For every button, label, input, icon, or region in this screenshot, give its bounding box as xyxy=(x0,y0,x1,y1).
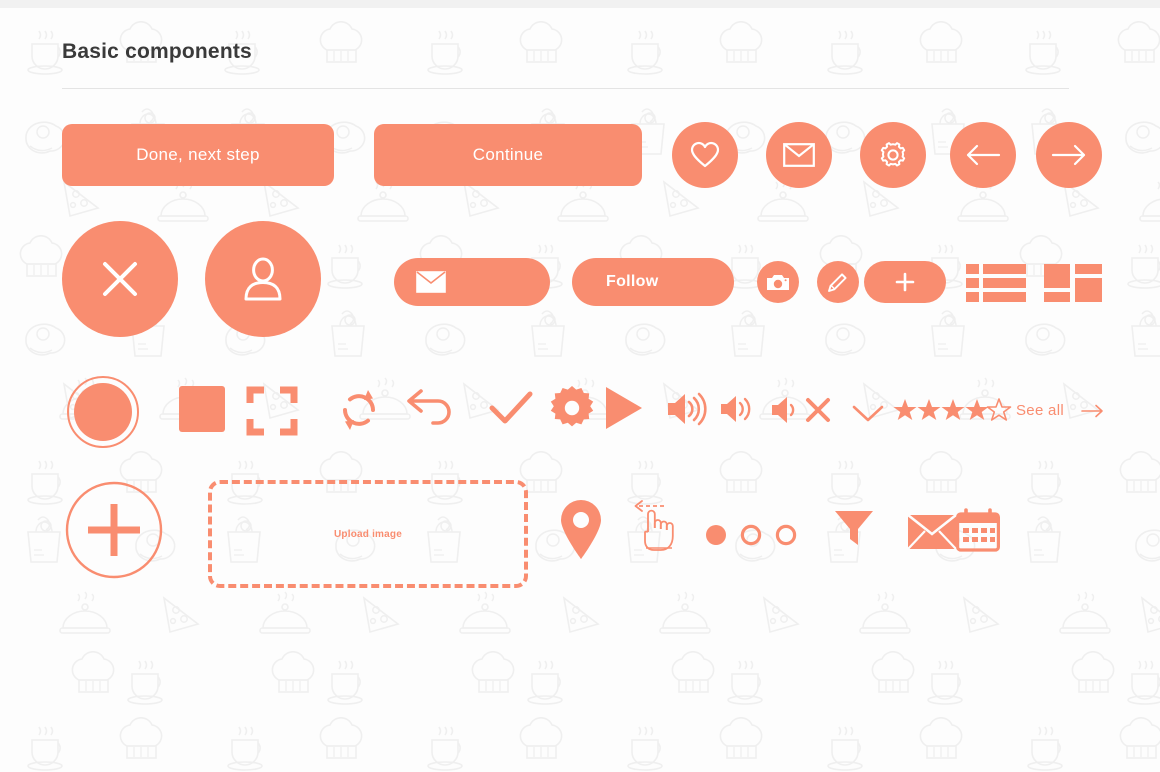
swipe-gesture-icon xyxy=(628,498,694,560)
plus-circle-icon xyxy=(65,481,163,579)
map-pin-icon xyxy=(561,500,601,559)
mail-button[interactable] xyxy=(907,513,957,550)
arrow-right-icon xyxy=(1081,404,1103,418)
confirm-button[interactable] xyxy=(489,391,533,426)
dot-inactive xyxy=(740,524,762,546)
camera-button[interactable] xyxy=(757,261,799,303)
fullscreen-button[interactable] xyxy=(246,386,298,436)
pagination-dots[interactable] xyxy=(705,524,797,546)
play-button[interactable] xyxy=(604,386,644,430)
close-button[interactable] xyxy=(62,221,178,337)
envelope-filled-icon xyxy=(907,513,957,550)
title-divider xyxy=(62,88,1069,89)
rating-stars xyxy=(893,398,1012,421)
volume-high-button[interactable] xyxy=(666,392,707,426)
upload-image-dropzone[interactable]: Upload image xyxy=(208,480,528,588)
refresh-icon xyxy=(343,390,375,430)
gear-filled-icon xyxy=(550,386,594,427)
list-view-icon xyxy=(966,264,1026,302)
stop-icon xyxy=(179,386,225,432)
volume-low-icon xyxy=(721,396,751,422)
envelope-icon xyxy=(783,143,815,167)
continue-label: Continue xyxy=(472,145,544,164)
envelope-icon xyxy=(416,271,446,293)
ui-kit-canvas: Basic components Done, next step Continu… xyxy=(0,0,1160,772)
done-next-step-label: Done, next step xyxy=(136,145,260,164)
edit-button[interactable] xyxy=(817,261,859,303)
star-rating[interactable] xyxy=(893,398,1012,422)
fullscreen-icon xyxy=(246,386,298,436)
upload-image-label: Upload image xyxy=(334,528,402,540)
refresh-button[interactable] xyxy=(337,388,381,432)
pagination-dots-icon xyxy=(706,524,797,546)
filter-funnel-icon xyxy=(835,511,873,545)
message-button[interactable] xyxy=(766,122,832,188)
grid-view-button[interactable] xyxy=(1044,264,1102,302)
add-circle-button[interactable] xyxy=(64,480,164,580)
undo-button[interactable] xyxy=(405,388,457,430)
components-layer: Basic components Done, next step Continu… xyxy=(0,0,1160,772)
profile-button[interactable] xyxy=(205,221,321,337)
arrow-right-icon xyxy=(1051,144,1086,166)
list-view-button[interactable] xyxy=(966,264,1026,302)
forward-button[interactable] xyxy=(1036,122,1102,188)
plus-icon xyxy=(895,272,915,292)
volume-mute-button[interactable] xyxy=(770,394,836,426)
expand-more-button[interactable] xyxy=(852,405,884,423)
filter-button[interactable] xyxy=(834,509,874,549)
stop-button[interactable] xyxy=(179,386,225,432)
close-icon xyxy=(103,262,137,296)
add-button[interactable] xyxy=(864,261,946,303)
calendar-icon xyxy=(956,508,1000,552)
volume-low-button[interactable] xyxy=(719,394,751,424)
page-title: Basic components xyxy=(62,40,252,63)
arrow-left-icon xyxy=(966,144,1001,166)
record-icon xyxy=(67,376,139,448)
dot-inactive xyxy=(775,524,797,546)
user-icon xyxy=(244,257,282,301)
see-all-link[interactable]: See all xyxy=(1016,402,1064,419)
undo-icon xyxy=(407,389,451,425)
gear-icon xyxy=(880,142,906,167)
camera-icon xyxy=(767,274,789,290)
favorite-button[interactable] xyxy=(672,122,738,188)
grid-view-icon xyxy=(1044,264,1102,302)
continue-button[interactable]: Continue xyxy=(374,124,642,186)
dot-active xyxy=(706,525,726,545)
volume-high-icon xyxy=(668,392,707,426)
swipe-left-hand-icon xyxy=(634,500,674,551)
chevron-down-icon xyxy=(852,405,884,422)
location-button[interactable] xyxy=(558,498,604,560)
volume-mute-icon xyxy=(772,397,830,423)
done-next-step-button[interactable]: Done, next step xyxy=(62,124,334,186)
heart-icon xyxy=(690,141,720,168)
follow-button[interactable]: Follow xyxy=(572,258,734,306)
back-button[interactable] xyxy=(950,122,1016,188)
record-button[interactable] xyxy=(66,375,140,449)
settings-button[interactable] xyxy=(860,122,926,188)
settings-filled-button[interactable] xyxy=(550,386,594,430)
check-icon xyxy=(489,391,533,424)
mail-pill-button[interactable] xyxy=(394,258,550,306)
calendar-button[interactable] xyxy=(956,508,1000,552)
play-icon xyxy=(606,387,642,429)
pencil-icon xyxy=(828,273,847,292)
follow-label: Follow xyxy=(606,273,659,290)
see-all-arrow[interactable] xyxy=(1081,404,1104,423)
